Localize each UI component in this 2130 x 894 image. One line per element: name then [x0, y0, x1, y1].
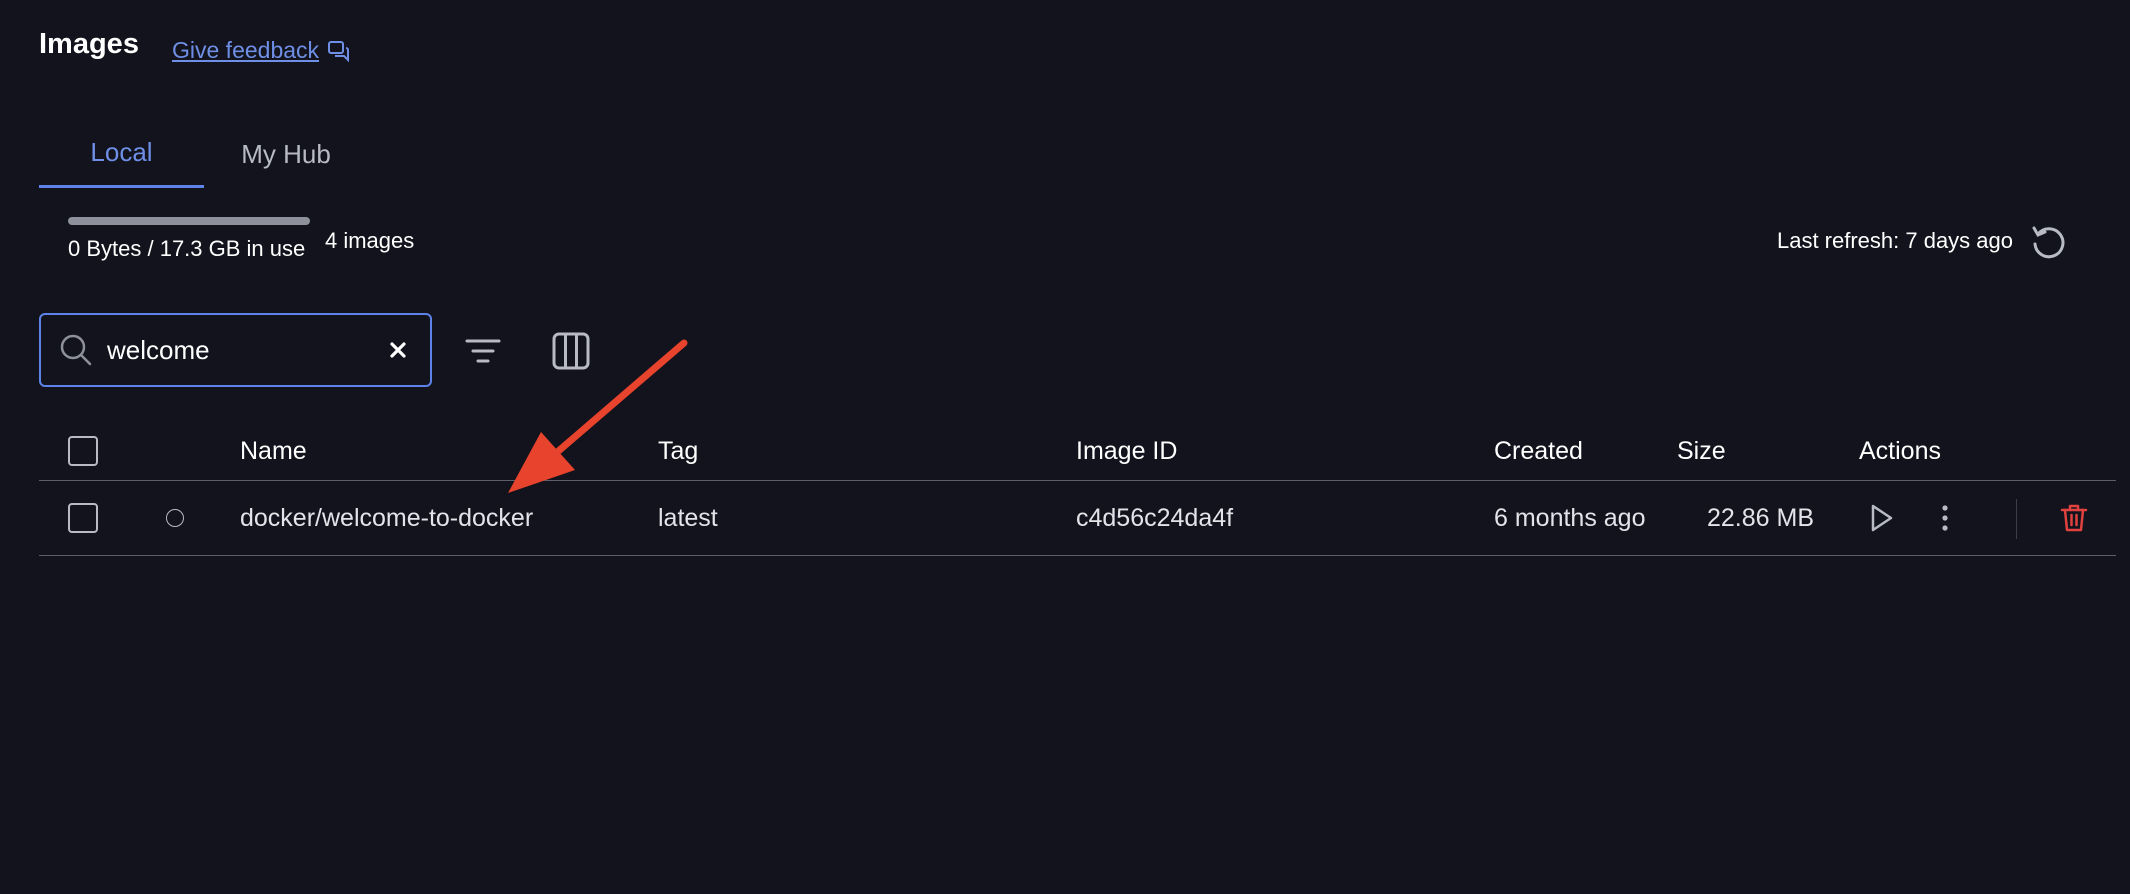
row-status-cell: [166, 481, 184, 555]
select-all-checkbox[interactable]: [68, 436, 98, 466]
page-title: Images: [39, 28, 139, 60]
images-table: Name Tag Image ID Created Size Actions d…: [39, 424, 2116, 556]
clear-search-button[interactable]: [384, 336, 412, 364]
run-button[interactable]: [1859, 481, 1903, 555]
row-tag: latest: [658, 503, 718, 532]
refresh-button[interactable]: [2027, 221, 2071, 263]
row-name[interactable]: docker/welcome-to-docker: [240, 481, 533, 555]
table-row[interactable]: docker/welcome-to-docker latest c4d56c24…: [39, 481, 2116, 556]
images-count: 4 images: [325, 228, 415, 253]
row-created: 6 months ago: [1494, 503, 1646, 532]
search-box[interactable]: [39, 313, 432, 387]
play-icon: [1871, 504, 1893, 532]
row-checkbox[interactable]: [68, 503, 98, 533]
trash-icon: [2060, 504, 2088, 532]
header-actions: Actions: [1859, 436, 1941, 465]
columns-icon: [552, 332, 590, 370]
refresh-icon: [2032, 226, 2065, 259]
last-refresh-text: Last refresh: 7 days ago: [1776, 228, 2013, 253]
table-header-row: Name Tag Image ID Created Size Actions: [39, 424, 2116, 481]
search-input[interactable]: [107, 334, 384, 366]
select-all-cell: [68, 424, 98, 480]
close-icon: [390, 342, 406, 358]
row-image-id: c4d56c24da4f: [1076, 503, 1234, 532]
columns-button[interactable]: [548, 328, 594, 374]
actions-divider: [2016, 499, 2017, 539]
more-vertical-icon: [1942, 505, 1948, 531]
status-unused-icon: [166, 509, 184, 527]
search-icon: [60, 334, 92, 366]
tab-local[interactable]: Local: [39, 120, 204, 188]
header-name[interactable]: Name: [240, 424, 307, 480]
more-actions-button[interactable]: [1923, 481, 1967, 555]
disk-usage-text: 0 Bytes / 17.3 GB in use: [68, 236, 306, 261]
disk-usage-bar: [68, 217, 310, 225]
delete-button[interactable]: [2052, 481, 2096, 555]
give-feedback-label: Give feedback: [172, 37, 320, 63]
filter-icon: [465, 339, 501, 363]
feedback-icon: [328, 40, 350, 62]
filter-button[interactable]: [460, 328, 506, 374]
tab-bar: Local My Hub: [39, 120, 368, 188]
header-size[interactable]: Size: [1677, 424, 1726, 480]
header-tag[interactable]: Tag: [658, 424, 698, 480]
header-created[interactable]: Created: [1494, 424, 1583, 480]
row-size: 22.86 MB: [1707, 503, 1815, 532]
row-select-cell: [68, 481, 98, 555]
header-image-id[interactable]: Image ID: [1076, 424, 1177, 480]
give-feedback-link[interactable]: Give feedback: [172, 37, 351, 64]
tab-my-hub[interactable]: My Hub: [204, 120, 368, 188]
images-page: Images Give feedback Local My Hub 0 Byte…: [0, 0, 2130, 894]
